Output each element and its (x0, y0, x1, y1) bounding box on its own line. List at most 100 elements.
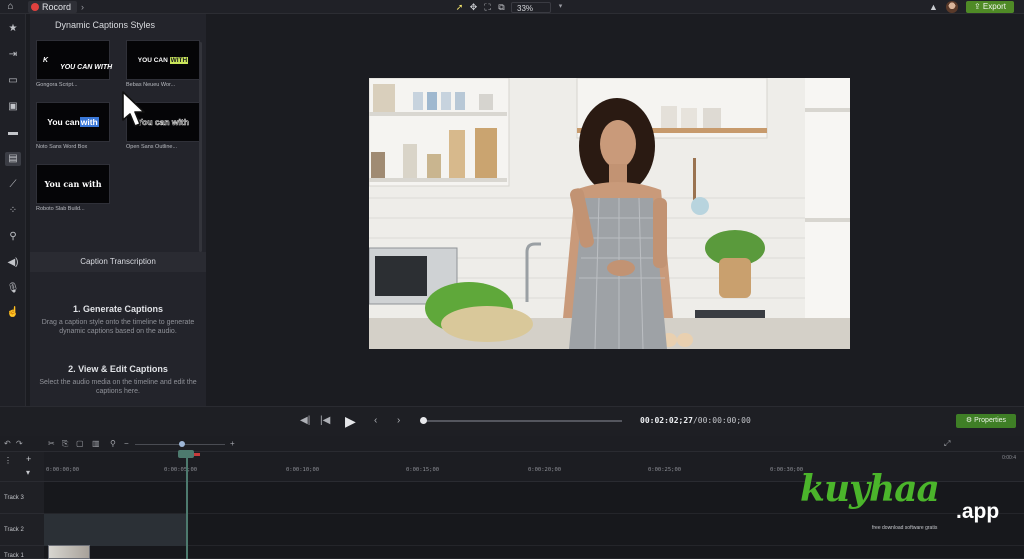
caption-style-name: Roboto Slab Build... (36, 206, 85, 212)
step-back-icon[interactable]: ◀| (300, 415, 310, 427)
track-controls: ⋮ + ▾ (0, 452, 44, 482)
playhead[interactable] (186, 452, 188, 559)
caption-transcription-header: Caption Transcription (30, 252, 206, 272)
style-sample-highlight: with (79, 117, 99, 127)
playback-controls: ◀| |◀ ▶ ‹ › 00:02:02;27/00:00:00;00 (0, 406, 1024, 436)
annotations-icon[interactable]: ▭ (5, 74, 21, 88)
zoom-search-icon[interactable]: ⚲ (110, 439, 116, 449)
track-lane[interactable] (44, 546, 1024, 559)
chevron-down-icon[interactable]: ▾ (556, 1, 565, 13)
paste-icon[interactable]: ▢ (76, 439, 84, 449)
playback-progress[interactable] (420, 417, 622, 424)
collapse-icon[interactable]: ▾ (26, 468, 30, 477)
ruler-tick: 0:00:25;00 (648, 467, 682, 473)
progress-knob[interactable] (420, 417, 427, 424)
caption-style-name: Bebas Neueu Wor... (126, 82, 176, 88)
video-preview[interactable] (369, 78, 850, 349)
caption-style-thumb: You can with (36, 164, 110, 204)
split-icon[interactable]: ▥ (92, 439, 100, 449)
caption-style-name: Open Sans Outline... (126, 144, 178, 150)
zoom-icon[interactable]: ⚲ (5, 230, 21, 244)
top-bar-right: ▲ ⇪ Export (929, 1, 1014, 13)
timecode: 00:02:02;27/00:00:00;00 (640, 416, 751, 425)
step-description: Select the audio media on the timeline a… (39, 379, 197, 395)
notification-icon[interactable]: ▲ (929, 1, 938, 13)
cursor-effects-icon[interactable]: ▬ (5, 126, 21, 140)
magic-wand-icon[interactable]: ⟋ (5, 178, 21, 192)
track-header[interactable]: Track 1 (0, 546, 44, 559)
add-track-icon[interactable]: + (26, 454, 31, 464)
pan-tool-icon[interactable]: ✥ (469, 1, 478, 13)
watermark-brand: kuyhaa (800, 468, 940, 510)
caption-style-card[interactable]: You can with Roboto Slab Build... (36, 164, 110, 212)
caption-style-name: Gongora Script... (36, 82, 78, 88)
total-time: /00:00:00;00 (692, 416, 751, 425)
avatar[interactable] (945, 1, 958, 13)
current-time: 00:02:02;27 (640, 416, 693, 425)
export-button[interactable]: ⇪ Export (965, 1, 1014, 13)
playhead-marker (194, 453, 200, 456)
star-icon[interactable]: ★ (5, 22, 21, 36)
style-sample: K (43, 56, 49, 64)
top-bar: ⌂ Rocord › ➚ ✥ ⛶ ⧉ 33% ▾ ▲ ⇪ Export (0, 0, 1024, 14)
captions-icon[interactable]: ▤ (5, 152, 21, 166)
caption-style-card[interactable]: K YOU CAN WITH Gongora Script... (36, 40, 113, 88)
select-tool-icon[interactable]: ➚ (455, 1, 464, 13)
zoom-knob[interactable] (179, 441, 185, 447)
chevron-right-icon[interactable]: › (81, 1, 84, 13)
properties-label: Properties (974, 417, 1007, 424)
caption-style-thumb: You can with (36, 102, 110, 142)
step-title: 2. View & Edit Captions (68, 364, 168, 374)
caption-style-thumb: K YOU CAN WITH (36, 40, 113, 80)
style-sample: YOU CAN WITH (60, 63, 113, 71)
visual-effects-icon[interactable]: ⁘ (5, 204, 21, 218)
video-clip-thumbnail[interactable] (48, 545, 90, 559)
previous-icon[interactable]: ‹ (374, 415, 377, 427)
track-header[interactable]: Track 3 (0, 482, 44, 514)
timeline-zoom-slider[interactable] (135, 441, 225, 447)
audio-icon[interactable]: ◀) (5, 256, 21, 270)
zoom-in-icon[interactable]: + (230, 439, 235, 449)
undo-icon[interactable]: ↶ (4, 439, 11, 449)
caption-style-thumb: YOU CAN WITH (126, 40, 200, 80)
mic-icon[interactable]: 🎙 (5, 282, 21, 296)
caption-style-card[interactable]: YOU CAN WITH Bebas Neueu Wor... (126, 40, 200, 88)
timeline-clip[interactable] (44, 514, 186, 546)
expand-icon[interactable]: ⤢ (944, 439, 950, 449)
play-icon[interactable]: ▶ (345, 413, 356, 429)
copy-icon[interactable]: ⎘ (62, 439, 68, 449)
step-title: 1. Generate Captions (72, 304, 164, 314)
crop-tool-icon[interactable]: ⛶ (483, 1, 492, 13)
zoom-out-icon[interactable]: − (124, 439, 129, 449)
ruler-end-label: 0:00:4 (1002, 455, 1016, 461)
track-header[interactable]: Track 2 (0, 514, 44, 546)
lock-icon[interactable]: ⋮ (4, 456, 12, 465)
zoom-dropdown[interactable]: 33% (511, 1, 551, 13)
watermark-logo: kuyhaa .app free download software grati… (796, 466, 1010, 546)
rewind-icon[interactable]: |◀ (320, 415, 330, 427)
panel-title: Dynamic Captions Styles (54, 20, 156, 30)
playhead-handle[interactable] (178, 450, 194, 458)
canvas-tools: ➚ ✥ ⛶ ⧉ 33% ▾ (455, 1, 565, 13)
behaviors-icon[interactable]: ▣ (5, 100, 21, 114)
caption-style-card[interactable]: You can with Noto Sans Word Box (36, 102, 110, 150)
style-sample: YOU CAN (137, 56, 168, 64)
redo-icon[interactable]: ↷ (16, 439, 23, 449)
properties-button[interactable]: ⚙ Properties (956, 414, 1016, 428)
left-toolbar: ★ ⇥ ▭ ▣ ▬ ▤ ⟋ ⁘ ⚲ ◀) 🎙 ☝ (0, 14, 26, 406)
record-dot-icon (31, 3, 39, 11)
interactivity-icon[interactable]: ☝ (5, 306, 21, 320)
ruler-tick: 0:00:15;00 (406, 467, 440, 473)
home-icon[interactable]: ⌂ (4, 1, 17, 13)
caption-styles-grid: K YOU CAN WITH Gongora Script... YOU CAN… (36, 40, 206, 260)
record-button[interactable]: Rocord (28, 1, 78, 13)
cut-icon[interactable]: ✂ (48, 439, 55, 449)
ruler-tick: 0:00:10;00 (286, 467, 320, 473)
timeline-toolbar: ↶ ↷ ✂ ⎘ ▢ ▥ ⚲ − + ⤢ (0, 436, 1024, 452)
record-label: Rocord (42, 2, 72, 12)
watermark-tagline: free download software gratis (872, 525, 938, 531)
fit-tool-icon[interactable]: ⧉ (497, 1, 506, 13)
next-icon[interactable]: › (397, 415, 400, 427)
mouse-pointer-icon (122, 91, 145, 127)
transitions-icon[interactable]: ⇥ (5, 48, 21, 62)
